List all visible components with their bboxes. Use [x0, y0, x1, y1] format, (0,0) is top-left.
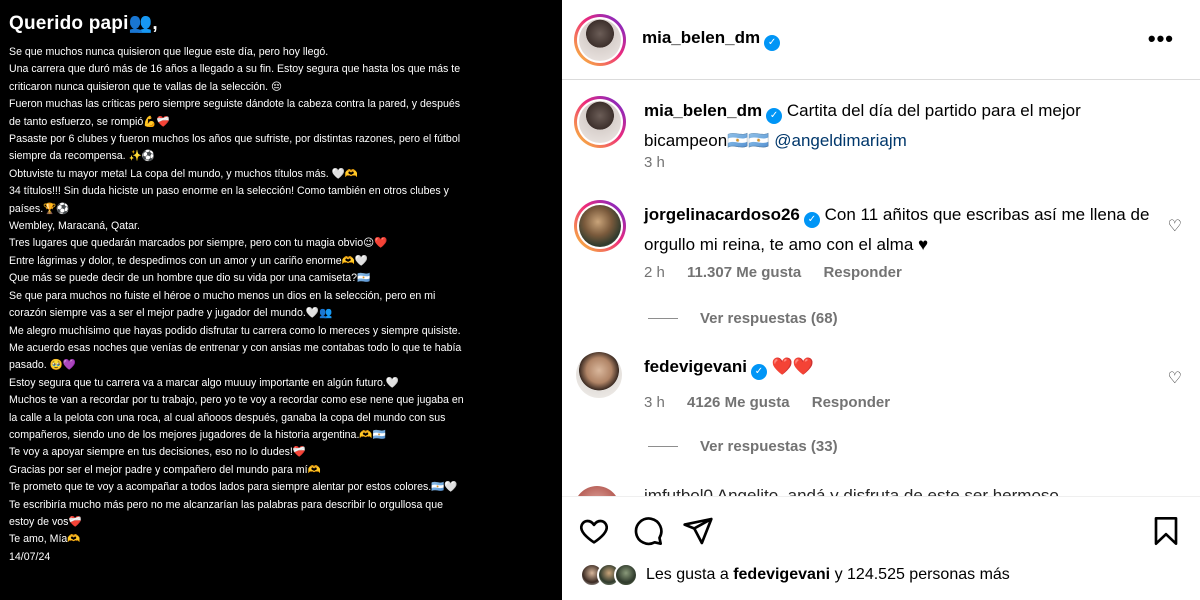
- letter-line: Se que para muchos no fuiste el héroe o …: [9, 289, 436, 302]
- post-header: mia_belen_dm ✓ •••: [562, 0, 1200, 80]
- bookmark-icon[interactable]: [1150, 515, 1182, 547]
- letter-line: Que más se puede decir de un hombre que …: [9, 272, 371, 285]
- comment-item: fedevigevani ✓ ❤️❤️ ♡ 3 h 4126 Me gusta R…: [562, 352, 1200, 462]
- letter-line: la calle a la pelota con una roca, al cu…: [9, 411, 446, 424]
- caption-avatar[interactable]: [574, 96, 626, 148]
- comment-time[interactable]: 2 h: [644, 264, 665, 281]
- comment-heart-outline-icon[interactable]: ♡: [1168, 368, 1182, 388]
- letter-line: siempre da recompensa. ✨⚽: [9, 150, 155, 163]
- letter-line: Obtuviste tu mayor meta! La copa del mun…: [9, 167, 359, 180]
- comment-avatar[interactable]: [574, 200, 626, 252]
- view-replies-button[interactable]: Ver respuestas (68): [648, 310, 838, 327]
- view-replies-button[interactable]: Ver respuestas (33): [648, 438, 838, 455]
- comment-item: jorgelinacardoso26 ✓ Con 11 añitos que es…: [562, 200, 1200, 340]
- letter-line: Entre lágrimas y dolor, te despedimos co…: [9, 254, 369, 267]
- likes-rest[interactable]: y 124.525 personas más: [835, 566, 1010, 584]
- letter-line: Fueron muchas las críticas pero siempre …: [9, 98, 461, 111]
- caption-mention[interactable]: @angeldimariajm: [774, 131, 907, 150]
- comment-heart-outline-icon[interactable]: ♡: [1168, 216, 1182, 236]
- verified-badge-icon: ✓: [803, 212, 820, 228]
- letter-line: Muchos te van a recordar por tu trabajo,…: [9, 394, 464, 407]
- letter-line: Me acuerdo esas noches que venías de ent…: [9, 341, 462, 354]
- letter-line: Te prometo que te voy a acompañar a todo…: [9, 481, 458, 494]
- comment-likes[interactable]: 11.307 Me gusta: [687, 264, 801, 281]
- comment-avatar[interactable]: [576, 352, 622, 398]
- likes-summary[interactable]: Les gusta a fedevigevani y 124.525 perso…: [580, 563, 1010, 587]
- letter-title: Querido papi👥,: [9, 13, 158, 34]
- replies-line: [648, 318, 678, 319]
- letter-line: Estoy segura que tu carrera va a marcar …: [9, 376, 400, 389]
- letter-line: Te escribiría mucho más pero no me alcan…: [9, 498, 443, 511]
- view-replies-label: Ver respuestas (68): [700, 310, 838, 327]
- letter-line: 34 títulos!!! Sin duda hiciste un paso e…: [9, 185, 449, 198]
- letter-line: de tanto esfuerzo, se rompió💪❤️‍🩹: [9, 115, 170, 128]
- comment-time[interactable]: 3 h: [644, 394, 665, 411]
- reply-button[interactable]: Responder: [812, 394, 890, 411]
- author-avatar[interactable]: [574, 13, 626, 66]
- letter-line: Wembley, Maracaná, Qatar.: [9, 220, 140, 233]
- instagram-post-panel: mia_belen_dm ✓ ••• mia_belen_dm ✓ Cartita …: [562, 0, 1200, 600]
- letter-line: Tres lugares que quedarán marcados por s…: [9, 237, 388, 250]
- verified-badge-icon: ✓: [766, 108, 783, 124]
- likes-user[interactable]: fedevigevani: [733, 566, 830, 584]
- letter-line: Pasaste por 6 clubes y fueron muchos los…: [9, 133, 461, 146]
- comment-username[interactable]: jorgelinacardoso26: [644, 205, 800, 224]
- letter-body: Se que muchos nunca quisieron que llegue…: [9, 44, 550, 566]
- caption-time[interactable]: 3 h: [644, 154, 665, 171]
- letter-line: estoy de vos❤️‍🩹: [9, 515, 82, 528]
- heart-icon[interactable]: [578, 515, 610, 547]
- letter-line: criticaron nunca quisieron que te vallas…: [9, 80, 283, 93]
- more-options-icon[interactable]: •••: [1148, 26, 1174, 52]
- letter-line: Una carrera que duró más de 16 años a ll…: [9, 63, 461, 76]
- author-username[interactable]: mia_belen_dm: [642, 28, 760, 47]
- letter-line: Te amo, Mía🫶: [9, 533, 81, 546]
- letter-line: Te voy a apoyar siempre en tus decisione…: [9, 446, 307, 459]
- avatar: [614, 563, 638, 587]
- comment-text: ❤️❤️: [771, 357, 815, 376]
- letter-line: países.🏆⚽: [9, 202, 70, 215]
- letter-line: 14/07/24: [9, 550, 51, 563]
- letter-line: corazón siempre vas a ser el mejor padre…: [9, 307, 333, 320]
- action-bar: Les gusta a fedevigevani y 124.525 perso…: [562, 496, 1200, 600]
- caption-meta: 3 h: [644, 154, 683, 171]
- share-icon[interactable]: [682, 515, 714, 547]
- letter-line: compañeros, siendo uno de los mejores ju…: [9, 428, 386, 441]
- likes-prefix: Les gusta a: [646, 566, 729, 583]
- verified-badge-icon: ✓: [764, 35, 781, 51]
- comment-username[interactable]: fedevigevani: [644, 357, 747, 376]
- letter-line: Gracias por ser el mejor padre y compañe…: [9, 463, 321, 476]
- liker-avatars: [580, 563, 638, 587]
- reply-button[interactable]: Responder: [823, 264, 901, 281]
- comment-icon[interactable]: [632, 515, 664, 547]
- verified-badge-icon: ✓: [751, 364, 767, 380]
- comment-likes[interactable]: 4126 Me gusta: [687, 394, 790, 411]
- caption: mia_belen_dm ✓ Cartita del día del partid…: [562, 96, 1200, 186]
- letter-image: Querido papi👥, Se que muchos nunca quisi…: [0, 0, 558, 600]
- caption-username[interactable]: mia_belen_dm: [644, 101, 762, 120]
- view-replies-label: Ver respuestas (33): [700, 438, 838, 455]
- comment-meta: 2 h 11.307 Me gusta Responder: [644, 264, 920, 281]
- comment-meta: 3 h 4126 Me gusta Responder: [644, 394, 908, 411]
- replies-line: [648, 446, 678, 447]
- letter-line: pasado. 🥹💜: [9, 359, 77, 372]
- letter-line: Se que muchos nunca quisieron que llegue…: [9, 46, 329, 58]
- letter-line: Me alegro muchísimo que hayas podido dis…: [9, 324, 461, 337]
